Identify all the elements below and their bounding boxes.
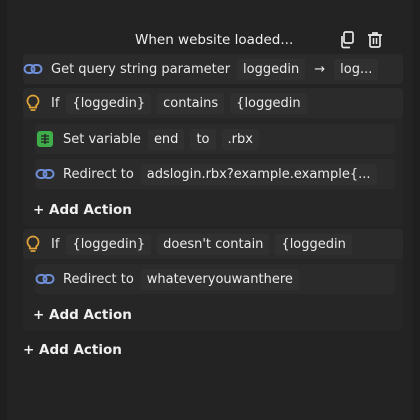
get-query-label: Get query string parameter <box>51 61 231 77</box>
lightbulb-icon <box>23 93 43 113</box>
if-keyword: If <box>51 95 60 111</box>
variable-icon <box>35 129 55 149</box>
variable-value-chip[interactable]: .rbx <box>221 128 259 150</box>
condition-operator-chip[interactable]: contains <box>157 92 225 114</box>
link-icon <box>23 59 43 79</box>
trash-icon[interactable] <box>366 30 384 50</box>
lightbulb-icon <box>23 234 43 254</box>
copy-icon[interactable] <box>338 30 356 50</box>
link-icon <box>35 164 55 184</box>
condition-left-chip[interactable]: {loggedin} <box>66 233 152 255</box>
condition-operator-chip[interactable]: doesn't contain <box>157 233 270 255</box>
condition-right-chip[interactable]: {loggedin <box>230 92 307 114</box>
add-action-button[interactable]: + Add Action <box>33 307 132 323</box>
panel-header: When website loaded... <box>7 30 413 52</box>
event-panel: When website loaded... Get query string … <box>7 0 413 420</box>
query-param-chip[interactable]: loggedin <box>237 58 306 80</box>
action-redirect-1[interactable]: Redirect to adslogin.rbx?example.example… <box>35 159 395 189</box>
action-redirect-2[interactable]: Redirect to whateveryouwanthere <box>35 264 395 294</box>
action-get-query-param[interactable]: Get query string parameter loggedin → lo… <box>23 54 403 84</box>
link-icon <box>35 269 55 289</box>
action-set-variable[interactable]: Set variable end to .rbx <box>35 124 395 154</box>
redirect-url-chip[interactable]: whateveryouwanthere <box>140 268 299 290</box>
condition-if-contains[interactable]: If {loggedin} contains {loggedin <box>23 88 403 118</box>
add-action-root-button[interactable]: + Add Action <box>23 342 122 358</box>
set-variable-label: Set variable <box>63 131 141 147</box>
event-title: When website loaded... <box>135 32 294 48</box>
arrow-icon: → <box>314 61 326 77</box>
variable-name-chip[interactable]: end <box>147 128 185 150</box>
to-keyword-chip: to <box>190 128 216 150</box>
condition-left-chip[interactable]: {loggedin} <box>66 92 152 114</box>
redirect-url-chip[interactable]: adslogin.rbx?example.example{... <box>140 163 377 185</box>
condition-right-chip[interactable]: {loggedin <box>275 233 352 255</box>
query-target-chip[interactable]: log... <box>334 58 379 80</box>
if-keyword: If <box>51 236 60 252</box>
add-action-button[interactable]: + Add Action <box>33 202 132 218</box>
redirect-label: Redirect to <box>63 271 134 287</box>
condition-if-not-contains[interactable]: If {loggedin} doesn't contain {loggedin <box>23 229 403 259</box>
redirect-label: Redirect to <box>63 166 134 182</box>
